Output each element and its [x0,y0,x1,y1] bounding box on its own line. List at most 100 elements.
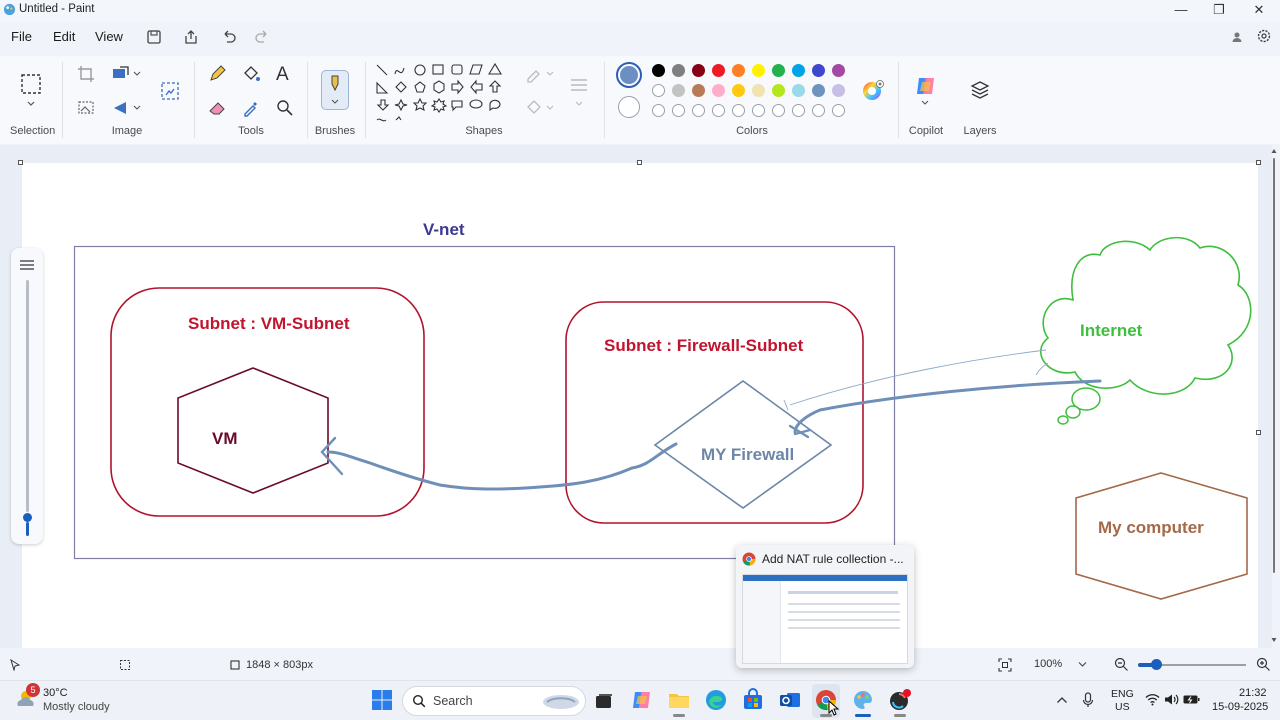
taskbar-search-box[interactable]: Search [402,686,586,716]
color-swatch[interactable] [832,64,845,77]
chrome-window-preview[interactable]: Add NAT rule collection -... [736,545,914,668]
brush-size-thumb[interactable] [23,513,32,522]
paint-taskbar-icon[interactable] [851,688,875,712]
menu-file[interactable]: File [11,29,32,44]
undo-icon[interactable] [219,28,239,46]
zoom-slider-thumb[interactable] [1151,659,1162,670]
fill-bucket-icon[interactable] [240,63,262,85]
account-icon[interactable] [1230,30,1244,44]
flip-icon[interactable] [110,97,132,119]
language-indicator-top[interactable]: ENG [1111,688,1134,700]
weather-description[interactable]: Mostly cloudy [43,701,110,713]
brushes-button[interactable] [321,70,349,110]
custom-color-slot[interactable] [812,104,825,117]
color-swatch[interactable] [672,64,685,77]
color-swatch[interactable] [712,64,725,77]
color-swatch[interactable] [732,64,745,77]
color-swatch[interactable] [772,84,785,97]
resize-handle[interactable] [1256,430,1261,435]
eraser-icon[interactable] [206,97,228,119]
menu-edit[interactable]: Edit [53,29,75,44]
redo-icon[interactable] [252,28,272,46]
resize-handle[interactable] [1256,160,1261,165]
weather-temperature[interactable]: 30°C [43,687,68,699]
edit-colors-icon[interactable] [861,79,885,103]
secondary-color-swatch[interactable] [618,96,640,118]
custom-color-slot[interactable] [832,104,845,117]
layers-icon[interactable] [969,79,991,101]
color-swatch[interactable] [672,84,685,97]
color-swatch[interactable] [772,64,785,77]
primary-color-swatch[interactable] [616,62,642,88]
color-swatch[interactable] [692,84,705,97]
custom-color-slot[interactable] [652,104,665,117]
volume-icon[interactable] [1164,693,1179,706]
copilot-icon[interactable] [913,73,939,99]
outline-icon[interactable] [523,63,545,85]
custom-color-slot[interactable] [792,104,805,117]
background-removal-icon[interactable] [159,80,181,102]
color-picker-icon[interactable] [240,97,262,119]
outlook-icon[interactable] [778,688,802,712]
custom-color-slot[interactable] [772,104,785,117]
copilot-taskbar-icon[interactable] [630,688,654,712]
chevron-down-icon[interactable] [26,100,36,108]
color-swatch[interactable] [752,84,765,97]
minimize-button[interactable]: — [1162,0,1200,22]
shapes-gallery[interactable] [374,62,516,124]
color-swatch[interactable] [832,84,845,97]
magnifier-icon[interactable] [274,97,296,119]
color-swatch[interactable] [812,84,825,97]
clock-time[interactable]: 21:32 [1239,687,1267,699]
restore-button[interactable]: ❐ [1200,0,1238,22]
brush-size-track[interactable] [26,280,29,512]
menu-view[interactable]: View [95,29,123,44]
custom-color-slot[interactable] [672,104,685,117]
image-select-icon[interactable] [75,97,97,119]
color-swatch[interactable] [812,64,825,77]
color-swatch[interactable] [652,64,665,77]
zoom-in-icon[interactable] [1256,657,1271,672]
store-icon[interactable] [741,688,765,712]
color-swatch[interactable] [692,64,705,77]
custom-color-slot[interactable] [732,104,745,117]
chevron-down-icon[interactable] [133,104,141,112]
fit-to-window-icon[interactable] [998,658,1012,672]
color-app-taskbar-icon[interactable] [888,688,912,712]
resize-handle[interactable] [18,160,23,165]
color-swatch[interactable] [732,84,745,97]
crop-icon[interactable] [75,63,97,85]
line-size-icon[interactable] [568,74,590,96]
file-explorer-icon[interactable] [667,688,691,712]
chevron-down-icon[interactable] [921,100,929,106]
windows-start-icon[interactable] [371,689,393,711]
battery-icon[interactable] [1183,694,1200,705]
chevron-down-icon[interactable] [546,104,554,112]
close-button[interactable]: ✕ [1240,0,1278,22]
color-swatch[interactable] [792,64,805,77]
clock-date[interactable]: 15-09-2025 [1212,701,1268,713]
weather-widget[interactable]: 5 [14,683,40,710]
color-swatch[interactable] [652,84,665,97]
selection-rect-icon[interactable] [19,72,43,96]
zoom-level-select[interactable]: 100% [1034,658,1062,670]
task-view-icon[interactable] [592,690,616,714]
chevron-down-icon[interactable] [133,70,141,78]
share-icon[interactable] [181,28,201,46]
chevron-down-icon[interactable] [1078,661,1087,668]
shape-fill-icon[interactable] [523,97,545,119]
resize-handle[interactable] [637,160,642,165]
pencil-icon[interactable] [206,63,228,85]
wifi-icon[interactable] [1145,693,1160,706]
show-hidden-icons-chevron-icon[interactable] [1056,695,1068,705]
microphone-icon[interactable] [1082,692,1094,708]
chevron-down-icon[interactable] [546,70,554,78]
color-swatch[interactable] [752,64,765,77]
zoom-out-icon[interactable] [1114,657,1129,672]
save-icon[interactable] [144,28,164,46]
vertical-scrollbar[interactable] [1271,148,1277,644]
color-swatch[interactable] [792,84,805,97]
color-swatch[interactable] [712,84,725,97]
drawing-canvas[interactable] [22,163,1258,648]
text-tool-icon[interactable]: A [276,64,289,86]
